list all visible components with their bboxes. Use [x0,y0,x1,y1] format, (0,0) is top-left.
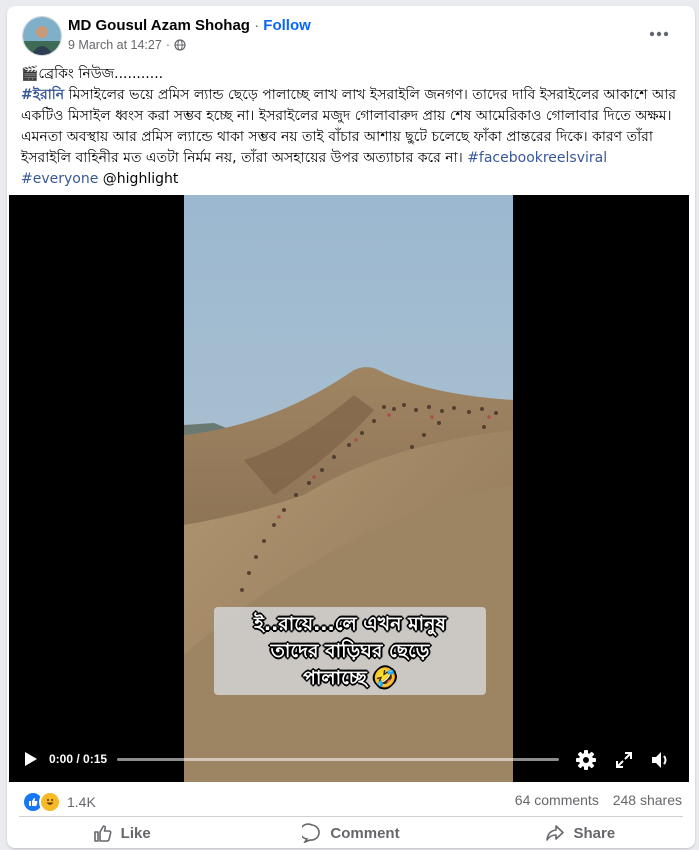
like-icon [93,825,112,842]
post-text-body: #ইরানি মিসাইলের ভয়ে প্রমিস ল্যান্ড ছেড়… [21,85,687,190]
post-timestamp[interactable]: 9 March at 14:27 [68,38,162,52]
post-actions: Like Comment Share [7,818,695,848]
hashtag-facebookreelsviral[interactable]: #facebookreelsviral [467,150,607,166]
post-card: MD Gousul Azam Shohag · Follow 9 March a… [7,6,695,848]
comments-count[interactable]: 64 comments [515,792,599,808]
caption-line1: ই..রায়ে...লে এখন মানুষ [253,612,446,635]
avatar[interactable] [22,16,62,56]
comment-button[interactable]: Comment [236,818,465,848]
author-name[interactable]: MD Gousul Azam Shohag [68,17,250,34]
share-label: Share [573,824,616,842]
actions-divider [19,816,683,817]
comment-icon [302,823,321,843]
video-player[interactable]: ই..রায়ে...লে এখন মানুষ তাদের বাড়িঘর ছে… [9,195,689,782]
more-options-button[interactable] [644,22,674,46]
like-button[interactable]: Like [7,818,236,848]
comment-label: Comment [330,824,400,842]
video-frame[interactable]: ই..রায়ে...লে এখন মানুষ তাদের বাড়িঘর ছে… [184,195,513,782]
follow-button[interactable]: Follow [263,17,311,34]
meta-separator: · [165,38,170,52]
post-stats: 1.4K 64 comments 248 shares [7,782,695,818]
header-separator: · [254,17,260,34]
reaction-count: 1.4K [67,794,96,810]
haha-reaction-icon [39,791,61,813]
seek-bar[interactable] [117,758,559,761]
fullscreen-icon [616,752,632,768]
like-label: Like [120,824,151,842]
engagement-counts: 64 comments 248 shares [515,792,682,808]
post-text-line1: 🎬ব্রেকিং নিউজ........... [21,66,164,82]
globe-icon [174,39,186,51]
video-controls: 0:00 / 0:15 [9,743,689,775]
ellipsis-icon [649,31,669,37]
caption-line2: তাদের বাড়িঘর ছেড়ে [270,639,430,662]
mention-highlight[interactable]: @highlight [103,171,179,187]
play-icon [25,752,37,766]
video-time: 0:00 / 0:15 [49,752,108,766]
settings-icon [576,750,596,770]
video-caption: ই..রায়ে...লে এখন মানুষ তাদের বাড়িঘর ছে… [214,607,486,695]
shares-count[interactable]: 248 shares [613,792,682,808]
reaction-summary[interactable]: 1.4K [22,791,96,813]
post-text: 🎬ব্রেকিং নিউজ........... #ইরানি মিসাইলের… [21,64,687,190]
share-button[interactable]: Share [466,818,695,848]
settings-button[interactable] [575,749,597,771]
post-header: MD Gousul Azam Shohag · Follow [68,17,311,34]
volume-icon [652,752,667,768]
fullscreen-button[interactable] [613,749,635,771]
hashtag-everyone[interactable]: #everyone [21,171,98,187]
play-button[interactable] [21,750,39,768]
share-icon [546,825,565,841]
post-meta: 9 March at 14:27 · [68,38,186,52]
caption-line3: পালাচ্ছে 🤣 [303,666,397,689]
hashtag-irani[interactable]: #ইরানি [21,87,64,103]
volume-button[interactable] [649,749,671,771]
avatar-image [23,17,61,55]
